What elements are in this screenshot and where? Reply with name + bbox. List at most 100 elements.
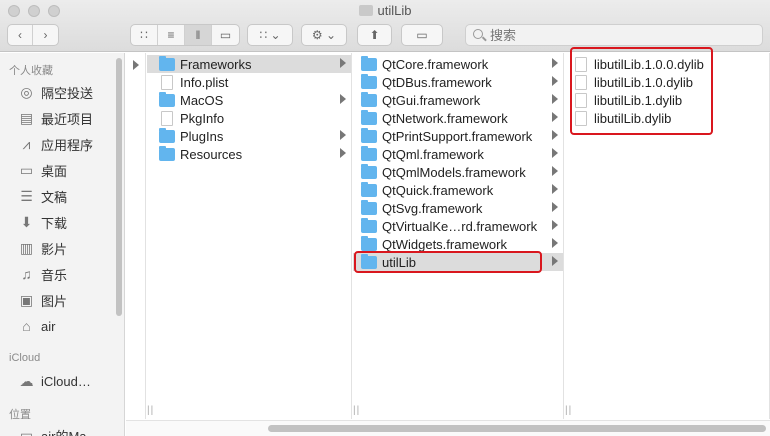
column-resize-handle[interactable]: || (565, 405, 572, 416)
list-item-qtsvg[interactable]: QtSvg.framework (353, 199, 563, 217)
list-item-qtquick[interactable]: QtQuick.framework (353, 181, 563, 199)
folder-icon (159, 55, 175, 71)
folder-icon (358, 5, 373, 16)
list-item-qtdbus[interactable]: QtDBus.framework (353, 73, 563, 91)
chevron-right-icon (552, 76, 558, 86)
list-item-macos[interactable]: MacOS (147, 91, 351, 109)
cloud-icon: ☁ (19, 372, 34, 389)
column-resize-handle[interactable]: || (147, 405, 154, 416)
applications-icon: ⩘ (22, 135, 31, 152)
sidebar-item-documents[interactable]: ☰ 文稿 (18, 186, 67, 206)
sidebar-item-music[interactable]: ♫ 音乐 (18, 264, 67, 284)
folder-icon (361, 145, 377, 161)
sidebar-item-home[interactable]: ⌂ air (18, 316, 55, 336)
folder-icon (159, 91, 175, 107)
folder-icon (361, 181, 377, 197)
folder-icon (361, 217, 377, 233)
computer-icon: ▭ (19, 426, 34, 436)
list-item-qtgui[interactable]: QtGui.framework (353, 91, 563, 109)
chevron-right-icon (340, 148, 346, 158)
music-icon: ♫ (21, 266, 32, 282)
list-item-pkginfo[interactable]: PkgInfo (147, 109, 351, 127)
chevron-right-icon (552, 148, 558, 158)
pictures-icon: ▣ (19, 291, 34, 308)
favorites-header: 个人收藏 (9, 65, 53, 77)
gear-icon: ⚙ ⌄ (311, 28, 337, 42)
folder-icon (361, 199, 377, 215)
gallery-view-icon[interactable]: ▭ (212, 25, 239, 45)
sidebar-item-recents[interactable]: ▤ 最近项目 (18, 108, 93, 128)
chevron-right-icon (133, 60, 139, 70)
chevron-right-icon[interactable]: › (33, 25, 58, 45)
chevron-right-icon (552, 256, 558, 266)
view-mode-switcher: ∷ ≡ ‖ ▭ (130, 24, 240, 46)
folder-icon (361, 55, 377, 71)
sidebar-item-pictures[interactable]: ▣ 图片 (18, 290, 67, 310)
group-button[interactable]: ∷ ⌄ (247, 24, 293, 46)
chevron-right-icon (552, 202, 558, 212)
icon-view-icon[interactable]: ∷ (131, 25, 158, 45)
list-item-qtvirtualkeyboard[interactable]: QtVirtualKe…rd.framework (353, 217, 563, 235)
nav-back-forward: ‹ › (7, 24, 59, 46)
chevron-right-icon (340, 130, 346, 140)
list-item-qtcore[interactable]: QtCore.framework (353, 55, 563, 73)
folder-icon (159, 145, 175, 161)
horizontal-scrollbar[interactable] (126, 420, 770, 436)
list-item-resources[interactable]: Resources (147, 145, 351, 163)
chevron-right-icon (552, 112, 558, 122)
sidebar-item-downloads[interactable]: ⬇ 下载 (18, 212, 67, 232)
column-parent (126, 53, 146, 419)
airdrop-icon: ◎ (20, 83, 33, 100)
chevron-left-icon[interactable]: ‹ (8, 25, 34, 45)
folder-icon (361, 109, 377, 125)
chevron-right-icon (552, 94, 558, 104)
highlight-box-dylibs (570, 47, 713, 135)
list-item-plugins[interactable]: PlugIns (147, 127, 351, 145)
scrollbar-thumb[interactable] (268, 425, 766, 432)
downloads-icon: ⬇ (20, 213, 33, 230)
sidebar-scrollbar[interactable] (116, 58, 122, 316)
chevron-right-icon (552, 166, 558, 176)
list-view-icon[interactable]: ≡ (158, 25, 185, 45)
sidebar-item-computer[interactable]: ▭ air的Ma… (18, 425, 100, 436)
folder-icon (361, 127, 377, 143)
toolbar: utilLib ‹ › ∷ ≡ ‖ ▭ ∷ ⌄ ⚙ ⌄ ⬆ ▭ (0, 0, 770, 52)
sidebar-item-icloud-drive[interactable]: ☁ iCloud… (18, 371, 91, 391)
folder-icon (361, 91, 377, 107)
file-icon (161, 110, 173, 126)
sidebar-item-desktop[interactable]: ▭ 桌面 (18, 160, 67, 180)
search-icon (473, 29, 483, 39)
search-field[interactable] (465, 24, 763, 46)
sidebar-item-movies[interactable]: ▥ 影片 (18, 238, 67, 258)
folder-icon (361, 163, 377, 179)
sidebar-item-airdrop[interactable]: ◎ 隔空投送 (18, 82, 93, 102)
chevron-right-icon (552, 184, 558, 194)
documents-icon: ☰ (20, 187, 33, 204)
tag-icon: ▭ (416, 28, 428, 42)
list-item-qtqmlmodels[interactable]: QtQmlModels.framework (353, 163, 563, 181)
list-item-qtqml[interactable]: QtQml.framework (353, 145, 563, 163)
action-button[interactable]: ⚙ ⌄ (301, 24, 347, 46)
highlight-box-utillib (354, 251, 542, 273)
column-resize-handle[interactable]: || (353, 405, 360, 416)
sidebar-item-applications[interactable]: ⩘ 应用程序 (18, 134, 93, 154)
file-icon (161, 74, 173, 90)
search-input[interactable] (490, 27, 750, 43)
column-view-icon[interactable]: ‖ (185, 25, 212, 45)
chevron-right-icon (552, 238, 558, 248)
share-icon: ⬆ (369, 28, 380, 42)
list-item-info-plist[interactable]: Info.plist (147, 73, 351, 91)
group-icon: ∷ ⌄ (259, 28, 281, 42)
list-item-qtprintsupport[interactable]: QtPrintSupport.framework (353, 127, 563, 145)
folder-icon (361, 235, 377, 251)
list-item-qtnetwork[interactable]: QtNetwork.framework (353, 109, 563, 127)
desktop-icon: ▭ (19, 161, 34, 178)
chevron-right-icon (340, 58, 346, 68)
chevron-right-icon (552, 58, 558, 68)
folder-icon (159, 127, 175, 143)
list-item-frameworks[interactable]: Frameworks (147, 55, 351, 73)
icloud-header: iCloud (9, 352, 41, 364)
chevron-right-icon (340, 94, 346, 104)
tag-button[interactable]: ▭ (401, 24, 443, 46)
share-button[interactable]: ⬆ (357, 24, 392, 46)
